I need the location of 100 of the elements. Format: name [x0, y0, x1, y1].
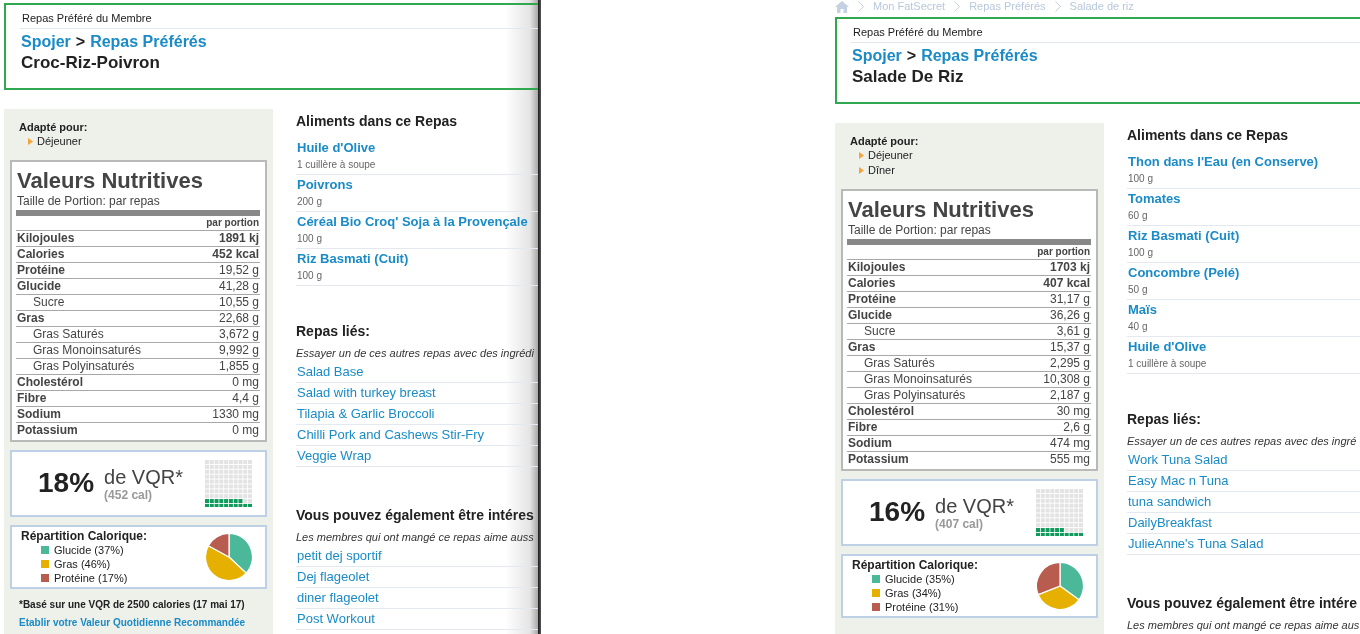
- nutrient-value: 31,17 g: [1049, 292, 1091, 307]
- meal-type-label: Déjeuner: [868, 148, 913, 163]
- food-link[interactable]: Riz Basmati (Cuit): [1128, 227, 1240, 245]
- section-title: Repas liés:: [296, 323, 371, 339]
- legend-label: Gras (34%): [885, 586, 942, 600]
- food-amount: 50 g: [1128, 283, 1149, 297]
- nutrient-label: Cholestérol: [16, 375, 83, 390]
- meal-link[interactable]: Salad with turkey breast: [297, 383, 436, 403]
- meal-link[interactable]: Chilli Pork and Cashews Stir-Fry: [297, 425, 485, 445]
- meal-link[interactable]: JulieAnne's Tuna Salad: [1128, 534, 1264, 554]
- section-title: Aliments dans ce Repas: [296, 113, 459, 129]
- nutrient-label: Gras: [847, 340, 876, 355]
- nutrient-value: 0 mg: [232, 375, 260, 390]
- food-link[interactable]: Huile d'Olive: [1128, 338, 1207, 356]
- nutrient-value: 1,855 g: [218, 359, 260, 374]
- member-link[interactable]: Spojer: [852, 47, 902, 65]
- legend-label: Glucide (35%): [885, 572, 955, 586]
- set-daily-value-link[interactable]: Etablir votre Valeur Quotidienne Recommandée: [19, 617, 246, 629]
- serving-size: Taille de Portion: par repas: [847, 223, 992, 237]
- daily-value-label: de VQR*: [935, 495, 1014, 517]
- meal-link[interactable]: Easy Mac n Tuna: [1128, 471, 1229, 491]
- breadcrumb-separator: >: [75, 33, 86, 51]
- meal-link[interactable]: Dej flageolet: [297, 567, 370, 587]
- nutrient-value: 452 kcal: [212, 247, 260, 262]
- nutrient-value: 3,61 g: [1056, 324, 1091, 339]
- nutrient-value: 15,37 g: [1049, 340, 1091, 355]
- section-title: Repas liés:: [1127, 411, 1202, 427]
- meal-link[interactable]: Veggie Wrap: [297, 446, 372, 466]
- meal-link[interactable]: Tilapia & Garlic Broccoli: [297, 404, 435, 424]
- food-amount: 100 g: [297, 269, 324, 283]
- section-link[interactable]: Repas Préférés: [90, 33, 207, 51]
- page-caption: Repas Préféré du Membre: [20, 11, 538, 29]
- member-link[interactable]: Spojer: [21, 33, 71, 51]
- food-link[interactable]: Thon dans l'Eau (en Conserve): [1128, 153, 1319, 171]
- nutrient-value: 2,187 g: [1049, 388, 1091, 403]
- food-amount: 1 cuillère à soupe: [1128, 357, 1208, 371]
- calorie-count: (407 cal): [935, 517, 985, 531]
- nutrient-label: Gras Saturés: [32, 327, 104, 342]
- footnote: *Basé sur une VQR de 2500 calories (17 mai 17): [18, 599, 246, 611]
- nutrient-value: 22,68 g: [218, 311, 260, 326]
- nutrient-label: Potassium: [16, 423, 78, 438]
- triangle-bullet-icon: [28, 138, 33, 145]
- triangle-bullet-icon: [859, 152, 864, 159]
- section-note: Les membres qui ont mangé ce repas aime auss: [296, 530, 535, 544]
- nutrient-label: Fibre: [847, 420, 878, 435]
- section-title: Vous pouvez également être intéres: [296, 507, 535, 523]
- page-caption: Repas Préféré du Membre: [851, 25, 1360, 43]
- nutrient-value: 3,672 g: [218, 327, 260, 342]
- nutrient-label: Gras Monoinsaturés: [32, 343, 142, 358]
- food-link[interactable]: Poivrons: [297, 176, 353, 194]
- food-amount: 1 cuillère à soupe: [297, 158, 377, 172]
- food-link[interactable]: Tomates: [1128, 190, 1181, 208]
- nutrient-label: Gras: [16, 311, 45, 326]
- meal-link[interactable]: petit dej sportif: [297, 546, 382, 566]
- meal-link[interactable]: Work Tuna Salad: [1128, 450, 1228, 470]
- nutrient-value: 10,55 g: [218, 295, 260, 310]
- legend-label: Protéine (17%): [54, 571, 128, 585]
- nutrient-value: 4,4 g: [232, 391, 260, 406]
- food-link[interactable]: Riz Basmati (Cuit): [297, 250, 409, 268]
- nutrient-label: Protéine: [16, 263, 65, 278]
- calorie-count: (452 cal): [104, 488, 154, 502]
- food-amount: 200 g: [297, 195, 324, 209]
- food-link[interactable]: Huile d'Olive: [297, 139, 376, 157]
- section-link[interactable]: Repas Préférés: [921, 47, 1038, 65]
- section-note: Essayer un de ces autres repas avec des ingrédi: [296, 346, 535, 360]
- nutrient-label: Glucide: [847, 308, 892, 323]
- food-amount: 100 g: [1128, 246, 1155, 260]
- nutrient-value: 2,295 g: [1049, 356, 1091, 371]
- home-icon[interactable]: [835, 0, 849, 13]
- nutrient-label: Calories: [847, 276, 896, 291]
- food-link[interactable]: Maïs: [1128, 301, 1157, 319]
- meal-link[interactable]: Salad Base: [297, 362, 364, 382]
- food-amount: 100 g: [1128, 172, 1155, 186]
- food-amount: 60 g: [1128, 209, 1149, 223]
- daily-value-percent: 18%: [38, 466, 95, 499]
- legend-label: Protéine (31%): [885, 600, 959, 614]
- food-link[interactable]: Concombre (Pelé): [1128, 264, 1240, 282]
- column-header: par portion: [205, 216, 260, 230]
- nutrient-label: Protéine: [847, 292, 896, 307]
- triangle-bullet-icon: [859, 167, 864, 174]
- nutrient-value: 407 kcal: [1043, 276, 1091, 291]
- nutrient-value: 19,52 g: [218, 263, 260, 278]
- suited-for-label: Adapté pour:: [18, 120, 89, 134]
- daily-value-label: de VQR*: [104, 466, 183, 488]
- food-link[interactable]: Céréal Bio Croq' Soja à la Provençale: [297, 213, 528, 231]
- section-note: Les membres qui ont mangé ce repas aime aus: [1127, 618, 1360, 632]
- nutrient-label: Kilojoules: [847, 260, 906, 275]
- section-note: Essayer un de ces autres repas avec des ingré: [1127, 434, 1358, 448]
- meal-link[interactable]: DailyBreakfast: [1128, 513, 1212, 533]
- nutrient-label: Gras Saturés: [863, 356, 935, 371]
- nutrient-label: Glucide: [16, 279, 61, 294]
- suited-for-label: Adapté pour:: [849, 134, 920, 148]
- nutrient-value: 9,992 g: [218, 343, 260, 358]
- column-header: par portion: [1036, 245, 1091, 259]
- meal-link[interactable]: tuna sandwich: [1128, 492, 1212, 512]
- chevron-icon: [858, 1, 864, 12]
- meal-link[interactable]: Post Workout: [297, 609, 375, 629]
- meal-link[interactable]: diner flageolet: [297, 588, 379, 608]
- nutrient-label: Gras Polyinsaturés: [32, 359, 135, 374]
- meal-type-label: Déjeuner: [37, 134, 82, 149]
